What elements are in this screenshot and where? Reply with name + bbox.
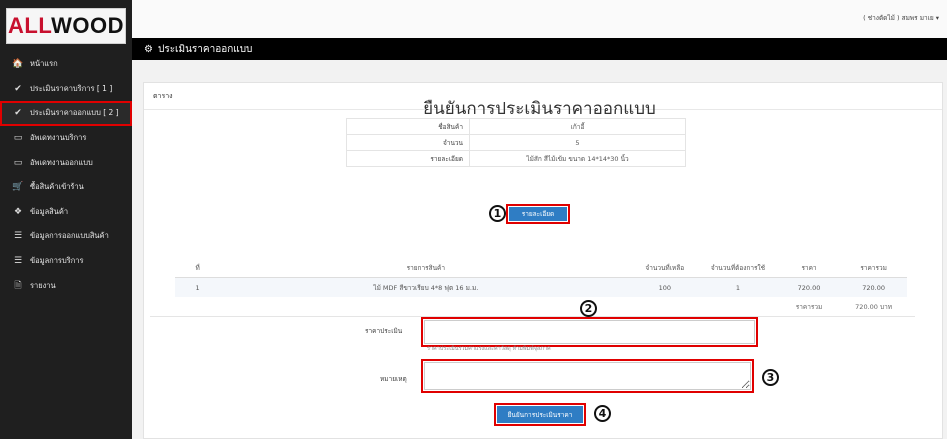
column-header: ราคา xyxy=(777,258,841,278)
price-label: ราคาประเมิน xyxy=(365,327,403,335)
product-name-value: เก้าอี้ xyxy=(469,118,686,135)
cart-icon: 🛒 xyxy=(12,182,24,193)
cell-required: 1 xyxy=(698,277,778,297)
sidebar-item-label: อัพเดทงานออกแบบ xyxy=(30,157,93,167)
column-header: ราคารวม xyxy=(840,258,907,278)
sidebar-item-service-pricing[interactable]: ✔ ประเมินราคาบริการ [ 1 ] xyxy=(0,77,132,102)
table-total-row: ราคารวม 720.00 บาท xyxy=(175,297,907,316)
sidebar-item-label: ข้อมูลการบริการ xyxy=(30,256,84,266)
step-marker-3: 3 xyxy=(762,369,779,386)
sidebar-item-label: ประเมินราคาออกแบบ [ 2 ] xyxy=(30,108,119,118)
window-icon: ▭ xyxy=(13,157,23,168)
logo-text: WOOD xyxy=(51,13,124,38)
sidebar-item-label: ซื้อสินค้าเข้าร้าน xyxy=(30,182,84,192)
step-marker-1: 1 xyxy=(489,205,506,222)
column-header: ที่ xyxy=(175,258,221,278)
cubes-icon: ❖ xyxy=(13,206,23,217)
sidebar-item-update-service[interactable]: ▭ อัพเดทงานบริการ xyxy=(0,126,132,151)
sidebar-nav: 🏠 หน้าแรก ✔ ประเมินราคาบริการ [ 1 ] ✔ ปร… xyxy=(0,52,132,298)
check-circle-icon: ✔ xyxy=(14,108,22,119)
list-icon: ☰ xyxy=(13,256,23,267)
logo[interactable]: ALLWOOD xyxy=(6,8,126,44)
sidebar-item-label: รายงาน xyxy=(30,280,56,290)
sidebar-item-purchase[interactable]: 🛒 ซื้อสินค้าเข้าร้าน xyxy=(0,175,132,200)
gear-icon: ⚙ xyxy=(144,43,153,55)
step-marker-2: 2 xyxy=(580,300,597,317)
user-menu[interactable]: ( ช่างตัดไม้ ) สมพร มาเย ▾ xyxy=(863,13,939,23)
window-icon: ▭ xyxy=(13,133,23,144)
sidebar-item-label: ข้อมูลการออกแบบสินค้า xyxy=(30,231,109,241)
note-textarea[interactable] xyxy=(421,359,754,393)
product-name-label: ชื่อสินค้า xyxy=(346,118,470,135)
sidebar-item-service-data[interactable]: ☰ ข้อมูลการบริการ xyxy=(0,249,132,274)
column-header: จำนวนที่เหลือ xyxy=(631,258,699,278)
confirm-pricing-button[interactable]: ยืนยันการประเมินราคา xyxy=(494,403,586,426)
sidebar-item-update-design[interactable]: ▭ อัพเดทงานออกแบบ xyxy=(0,150,132,175)
sidebar-item-products[interactable]: ❖ ข้อมูลสินค้า xyxy=(0,200,132,225)
sidebar-item-label: ประเมินราคาบริการ [ 1 ] xyxy=(30,83,113,93)
divider xyxy=(150,316,915,317)
detail-button[interactable]: รายละเอียด xyxy=(506,204,570,224)
column-header: รายการสินค้า xyxy=(220,258,632,278)
sum-label: ราคารวม xyxy=(795,302,823,311)
page-title: ประเมินราคาออกแบบ xyxy=(157,43,253,55)
product-info-table: ชื่อสินค้า เก้าอี้ จำนวน 5 รายละเอียด ไม… xyxy=(346,118,686,167)
sidebar: ALLWOOD 🏠 หน้าแรก ✔ ประเมินราคาบริการ [ … xyxy=(0,0,132,439)
sidebar-item-label: อัพเดทงานบริการ xyxy=(30,133,87,143)
step-marker-4: 4 xyxy=(594,405,611,422)
note-label: หมายเหตุ xyxy=(380,375,407,383)
file-icon: 🗎 xyxy=(14,280,22,291)
sidebar-item-label: ข้อมูลสินค้า xyxy=(30,206,69,216)
cell-total: 720.00 xyxy=(840,277,907,297)
quantity-label: จำนวน xyxy=(346,134,470,151)
cell-name: ไม้ MDF สีขาวเรียบ 4*8 ฟุต 16 ม.ม. xyxy=(220,277,632,297)
sidebar-item-report[interactable]: 🗎 รายงาน xyxy=(0,273,132,298)
home-icon: 🏠 xyxy=(12,59,24,70)
list-icon: ☰ xyxy=(13,231,23,242)
cell-remaining: 100 xyxy=(631,277,699,297)
materials-table: ที่ รายการสินค้า จำนวนที่เหลือ จำนวนที่ต… xyxy=(175,258,907,316)
logo-accent: ALL xyxy=(8,13,52,38)
detail-label: รายละเอียด xyxy=(346,150,470,167)
price-hint: ราคาประเมินรวมค่าแรงและค่าวัสดุ ห้ามพิมพ… xyxy=(427,346,551,352)
top-bar: ( ช่างตัดไม้ ) สมพร มาเย ▾ xyxy=(132,0,947,39)
sum-value: 720.00 บาท xyxy=(855,302,893,311)
sidebar-item-design-pricing[interactable]: ✔ ประเมินราคาออกแบบ [ 2 ] xyxy=(0,101,132,126)
page-title-bar: ⚙ ประเมินราคาออกแบบ xyxy=(132,38,947,60)
check-circle-icon: ✔ xyxy=(14,83,22,94)
column-header: จำนวนที่ต้องการใช้ xyxy=(698,258,778,278)
sidebar-item-home[interactable]: 🏠 หน้าแรก xyxy=(0,52,132,77)
price-input[interactable] xyxy=(421,317,758,347)
table-row: 1 ไม้ MDF สีขาวเรียบ 4*8 ฟุต 16 ม.ม. 100… xyxy=(175,277,907,297)
detail-value: ไม้สัก สีไม้เข้ม ขนาด 14*14*30 นิ้ว xyxy=(469,150,686,167)
cell-no: 1 xyxy=(175,277,221,297)
cell-price: 720.00 xyxy=(777,277,841,297)
sidebar-item-design-data[interactable]: ☰ ข้อมูลการออกแบบสินค้า xyxy=(0,224,132,249)
quantity-value: 5 xyxy=(469,134,686,151)
sidebar-item-label: หน้าแรก xyxy=(30,59,58,69)
